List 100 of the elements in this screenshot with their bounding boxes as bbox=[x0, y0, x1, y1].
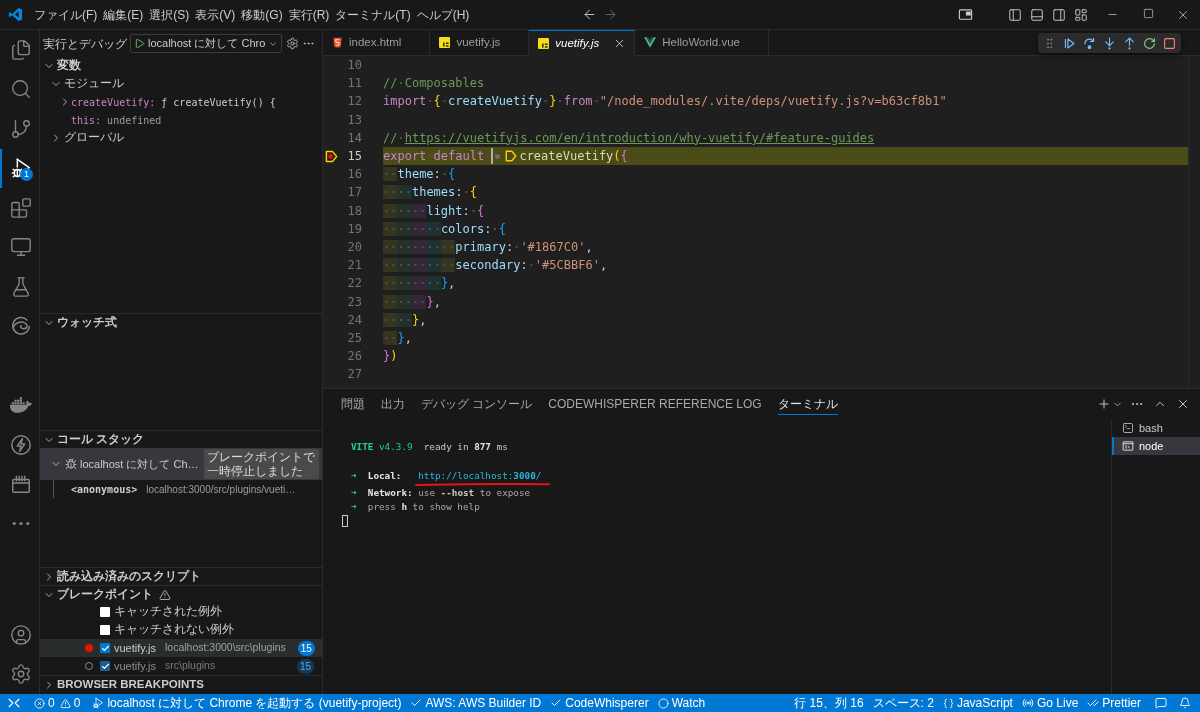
menu-item[interactable]: ターミナル(T) bbox=[335, 6, 411, 23]
checkbox[interactable] bbox=[100, 661, 110, 671]
account-icon bbox=[9, 623, 32, 646]
section-header[interactable]: 変数 bbox=[40, 57, 322, 75]
frame-location: localhost:3000/src/plugins/vueti… bbox=[146, 482, 296, 497]
blocks-icon bbox=[9, 196, 32, 219]
thread-name: localhost に対して Ch… bbox=[80, 456, 199, 472]
play-bug-icon bbox=[92, 697, 105, 709]
menu-item[interactable]: 選択(S) bbox=[149, 6, 190, 23]
editor-tab[interactable]: HelloWorld.vue bbox=[635, 30, 769, 56]
section-header[interactable]: ブレークポイント bbox=[40, 585, 322, 603]
menu-item[interactable]: ヘルプ(H) bbox=[416, 6, 470, 23]
terminal-item[interactable]: bash bbox=[1112, 419, 1200, 437]
breakpoint-row[interactable]: vuetify.js src\plugins 15 bbox=[40, 657, 322, 675]
status-item[interactable]: JavaScript bbox=[938, 694, 1017, 712]
panel-tab[interactable]: ターミナル bbox=[777, 393, 838, 415]
square-stop-icon[interactable] bbox=[1163, 36, 1176, 50]
forward-arrow-icon[interactable] bbox=[603, 7, 618, 22]
status-item[interactable]: スペース: 2 bbox=[868, 694, 938, 712]
line-number: 18 bbox=[346, 202, 362, 220]
launch-config-dropdown[interactable]: localhost に対して Chro bbox=[130, 34, 283, 53]
panel-tab[interactable]: デバッグ コンソール bbox=[421, 393, 533, 415]
menu-item[interactable]: 移動(G) bbox=[241, 6, 283, 23]
status-item[interactable]: CodeWhisperer bbox=[546, 694, 653, 712]
panel-tab[interactable]: 問題 bbox=[341, 393, 365, 415]
files-icon bbox=[9, 38, 32, 61]
file-path: localhost:3000\src\plugins bbox=[165, 640, 286, 656]
panel-right-icon[interactable] bbox=[1052, 7, 1066, 22]
bell-icon[interactable] bbox=[1179, 697, 1191, 709]
line-number: 27 bbox=[346, 366, 362, 384]
variable-row[interactable]: createVuetify: ƒ createVuetify() { bbox=[40, 93, 322, 111]
panel-tab[interactable]: CODEWHISPERER REFERENCE LOG bbox=[548, 393, 762, 415]
line-number: 20 bbox=[346, 238, 362, 256]
terminal-line: ➜ Local: http://localhost:3000/ bbox=[342, 468, 1111, 486]
maximize-icon[interactable] bbox=[1142, 7, 1154, 19]
arrow-down-dot-icon[interactable] bbox=[1103, 36, 1116, 50]
problems-status[interactable]: 0 0 bbox=[30, 694, 85, 712]
warning-icon bbox=[59, 697, 71, 709]
editor-tab[interactable]: vuetify.js bbox=[430, 30, 530, 56]
square-file-icon bbox=[538, 38, 550, 49]
code-text: theme: { bbox=[383, 165, 456, 184]
line-number: 22 bbox=[346, 275, 362, 293]
code-text: themes: { bbox=[383, 183, 477, 202]
circular-arrow-icon[interactable] bbox=[1143, 36, 1156, 50]
code-text: light: { bbox=[383, 201, 485, 220]
checkbox[interactable] bbox=[100, 607, 110, 617]
paused-breakpoint-icon[interactable] bbox=[325, 149, 338, 163]
plus-icon[interactable] bbox=[1097, 397, 1111, 411]
line-badge: 15 bbox=[297, 640, 315, 656]
search-icon bbox=[9, 78, 32, 101]
terminal-link[interactable]: http://localhost:3000/ bbox=[418, 469, 542, 481]
line-number: 17 bbox=[346, 184, 362, 202]
status-item[interactable]: 行 15、列 16 bbox=[790, 694, 868, 712]
status-badge: ブレークポイントで一時停止しました bbox=[204, 449, 319, 479]
sidebar-title: 実行とデバッグ bbox=[43, 35, 127, 53]
menu-item[interactable]: 実行(R) bbox=[288, 6, 330, 23]
menu-item[interactable]: ファイル(F) bbox=[34, 6, 98, 23]
section-header[interactable]: 読み込み済みのスクリプト bbox=[40, 567, 322, 585]
status-item[interactable]: Go Live bbox=[1017, 694, 1083, 712]
breakpoint-row[interactable]: vuetify.js localhost:3000\src\plugins 15 bbox=[40, 639, 322, 657]
arc-arrow-icon[interactable] bbox=[1083, 36, 1096, 50]
line-badge: 15 bbox=[296, 658, 314, 674]
terminal-line: ➜ Network: use --host to expose bbox=[350, 485, 532, 500]
screen-icon[interactable] bbox=[957, 7, 973, 22]
frame-name[interactable]: <anonymous> bbox=[71, 481, 138, 497]
editor-tab[interactable]: vuetify.js bbox=[529, 30, 636, 56]
panel-tab[interactable]: 出力 bbox=[381, 393, 405, 415]
menu-item[interactable]: 編集(E) bbox=[103, 6, 144, 23]
panel-bottom-icon[interactable] bbox=[1030, 7, 1044, 22]
status-item[interactable]: AWS: AWS Builder ID bbox=[406, 694, 546, 712]
shield-file-icon bbox=[332, 37, 343, 48]
scope-row[interactable]: グローバル bbox=[40, 129, 322, 147]
status-item[interactable]: Prettier bbox=[1083, 694, 1145, 712]
status-item[interactable]: localhost に対して Chrome を起動する (vuetify-project) bbox=[88, 694, 406, 712]
braces-icon bbox=[942, 697, 954, 709]
editor-tab[interactable]: index.html bbox=[323, 30, 431, 56]
close-icon[interactable] bbox=[1176, 397, 1190, 411]
back-arrow-icon[interactable] bbox=[582, 7, 597, 22]
panel-left-icon[interactable] bbox=[1008, 7, 1022, 22]
terminal-item[interactable]: node bbox=[1112, 437, 1200, 455]
status-item[interactable]: Watch bbox=[653, 694, 710, 712]
angle-brackets-icon[interactable] bbox=[8, 697, 20, 709]
section-header[interactable]: ウォッチ式 bbox=[40, 313, 322, 331]
play-bar-icon[interactable] bbox=[1063, 36, 1076, 50]
arrow-up-dot-icon[interactable] bbox=[1123, 36, 1136, 50]
scope-row[interactable]: モジュール bbox=[40, 75, 322, 93]
section-header[interactable]: BROWSER BREAKPOINTS bbox=[40, 675, 322, 693]
menu-item[interactable]: 表示(V) bbox=[195, 6, 236, 23]
code-text: // Composables bbox=[383, 75, 485, 93]
checkbox[interactable] bbox=[100, 625, 110, 635]
checkbox[interactable] bbox=[100, 643, 110, 653]
code-text: secondary: '#5CBBF6', bbox=[383, 256, 608, 275]
line-number: 19 bbox=[346, 220, 362, 238]
code-text: createVuetify({ bbox=[519, 148, 628, 166]
variable-row[interactable]: this: undefined bbox=[40, 111, 322, 129]
line-number: 10 bbox=[346, 57, 362, 75]
layout-grid-icon[interactable] bbox=[1074, 7, 1088, 22]
error-icon bbox=[34, 697, 45, 709]
settings-icon[interactable] bbox=[286, 37, 300, 50]
speech-bubble-icon[interactable] bbox=[1155, 697, 1167, 709]
